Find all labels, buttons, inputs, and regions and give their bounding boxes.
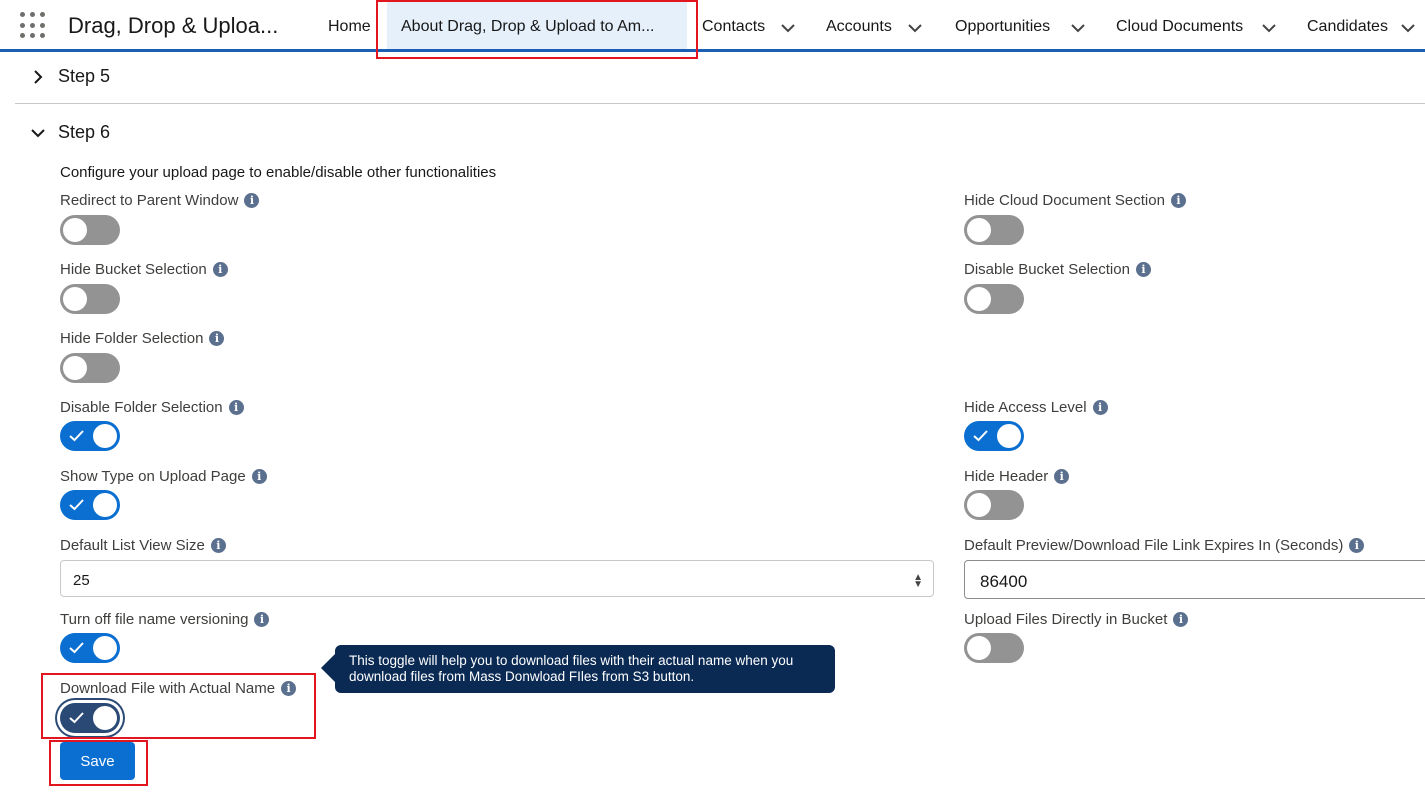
default-list-view-size-label: Default List View Size [60,537,205,554]
hide-header-label: Hide Header [964,468,1049,485]
check-icon [69,712,84,724]
download-actual-name-label: Download File with Actual Name [60,680,276,697]
chevron-right-icon [30,69,46,85]
chevron-down-icon [30,125,46,141]
redirect-parent-toggle[interactable] [60,215,120,245]
hide-cloud-doc-label: Hide Cloud Document Section [964,192,1165,209]
nav-tab-contacts[interactable]: Contacts [702,0,765,49]
hide-bucket-selection-field: Hide Bucket Selection i [60,261,228,278]
link-expires-input[interactable]: 86400 [964,560,1425,599]
accounts-chevron-down-icon[interactable] [907,20,923,36]
info-icon[interactable]: i [1135,262,1151,277]
check-icon [69,642,84,654]
hide-bucket-selection-label: Hide Bucket Selection [60,261,207,278]
opportunities-chevron-down-icon[interactable] [1070,20,1086,36]
hide-access-level-toggle[interactable] [964,421,1024,451]
info-icon[interactable]: i [281,681,297,696]
nav-tab-about[interactable]: About Drag, Drop & Upload to Am... [387,0,687,52]
link-expires-field: Default Preview/Download File Link Expir… [964,537,1365,554]
nav-tab-candidates[interactable]: Candidates [1307,0,1388,49]
turn-off-versioning-label: Turn off file name versioning [60,611,249,628]
step6-title: Step 6 [58,122,111,142]
info-icon[interactable]: i [251,469,267,484]
redirect-parent-field: Redirect to Parent Window i [60,192,260,209]
check-icon [69,430,84,442]
info-icon[interactable]: i [244,193,260,208]
default-list-view-size-select[interactable]: 25 ▲ ▼ [60,560,934,597]
disable-folder-selection-toggle[interactable] [60,421,120,451]
hide-access-level-label: Hide Access Level [964,399,1087,416]
tooltip-arrow [321,654,335,682]
section-divider [15,103,1425,104]
contacts-chevron-down-icon[interactable] [780,20,796,36]
default-list-view-size-value: 25 [73,572,90,589]
info-icon[interactable]: i [209,331,225,346]
hide-cloud-doc-field: Hide Cloud Document Section i [964,192,1186,209]
nav-tab-cloud-documents[interactable]: Cloud Documents [1116,0,1243,49]
download-actual-name-tooltip: This toggle will help you to download fi… [335,645,835,693]
upload-directly-label: Upload Files Directly in Bucket [964,611,1168,628]
turn-off-versioning-field: Turn off file name versioning i [60,611,270,628]
step6-header[interactable]: Step 6 [30,122,110,143]
hide-header-toggle[interactable] [964,490,1024,520]
save-button[interactable]: Save [60,742,135,780]
hide-folder-selection-toggle[interactable] [60,353,120,383]
hide-bucket-selection-toggle[interactable] [60,284,120,314]
step5-header[interactable]: Step 5 [30,66,110,87]
step5-title: Step 5 [58,66,111,86]
select-arrows-icon: ▲ ▼ [913,572,923,590]
hide-header-field: Hide Header i [964,468,1070,485]
redirect-parent-label: Redirect to Parent Window [60,192,239,209]
app-name: Drag, Drop & Uploa... [68,13,279,38]
check-icon [69,499,84,511]
info-icon[interactable]: i [228,400,244,415]
upload-directly-toggle[interactable] [964,633,1024,663]
hide-folder-selection-label: Hide Folder Selection [60,330,204,347]
download-actual-name-toggle[interactable] [60,703,120,733]
hide-folder-selection-field: Hide Folder Selection i [60,330,225,347]
hide-cloud-doc-toggle[interactable] [964,215,1024,245]
nav-tab-accounts[interactable]: Accounts [826,0,892,49]
default-list-view-size-field: Default List View Size i [60,537,226,554]
step6-description: Configure your upload page to enable/dis… [60,164,497,181]
download-actual-name-field: Download File with Actual Name i [60,680,297,697]
turn-off-versioning-toggle[interactable] [60,633,120,663]
info-icon[interactable]: i [1092,400,1108,415]
hide-access-level-field: Hide Access Level i [964,399,1108,416]
disable-bucket-selection-label: Disable Bucket Selection [964,261,1130,278]
top-navigation-bar: Drag, Drop & Uploa... Home About Drag, D… [0,0,1425,52]
nav-tab-opportunities[interactable]: Opportunities [955,0,1050,49]
info-icon[interactable]: i [1170,193,1186,208]
cloud-documents-chevron-down-icon[interactable] [1261,20,1277,36]
app-launcher-icon[interactable] [20,12,47,39]
candidates-chevron-down-icon[interactable] [1400,20,1416,36]
info-icon[interactable]: i [1054,469,1070,484]
show-type-label: Show Type on Upload Page [60,468,246,485]
link-expires-label: Default Preview/Download File Link Expir… [964,537,1344,554]
info-icon[interactable]: i [254,612,270,627]
show-type-field: Show Type on Upload Page i [60,468,267,485]
disable-folder-selection-label: Disable Folder Selection [60,399,223,416]
disable-bucket-selection-toggle[interactable] [964,284,1024,314]
info-icon[interactable]: i [1173,612,1189,627]
nav-tab-home[interactable]: Home [328,0,371,49]
info-icon[interactable]: i [210,538,226,553]
info-icon[interactable]: i [212,262,228,277]
disable-folder-selection-field: Disable Folder Selection i [60,399,244,416]
disable-bucket-selection-field: Disable Bucket Selection i [964,261,1151,278]
show-type-toggle[interactable] [60,490,120,520]
info-icon[interactable]: i [1349,538,1365,553]
check-icon [973,430,988,442]
upload-directly-field: Upload Files Directly in Bucket i [964,611,1189,628]
